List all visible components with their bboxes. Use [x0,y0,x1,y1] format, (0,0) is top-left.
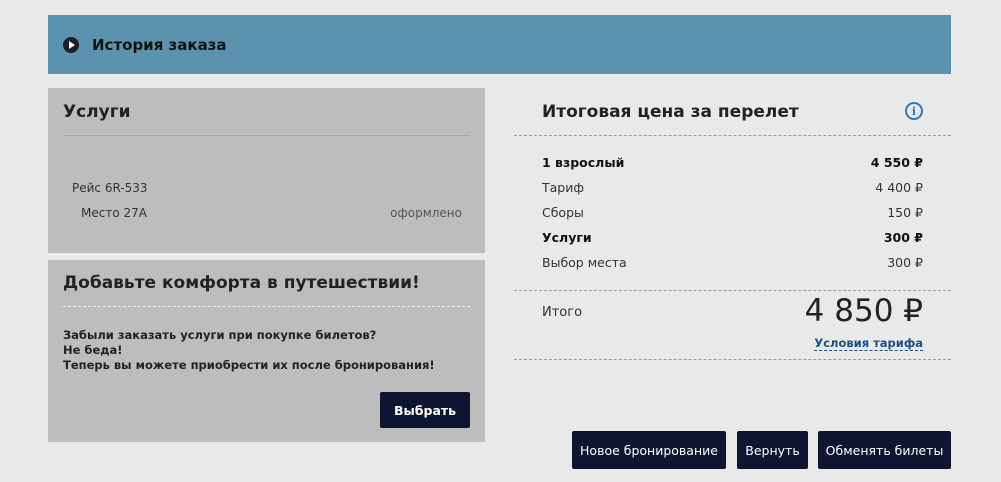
total-price: 4 850 ₽ [804,293,923,329]
seat-status: оформлено [390,206,462,220]
total-label: Итого [542,305,583,320]
price-row-value: 4 400 ₽ [875,180,923,195]
play-circle-icon [63,36,79,53]
price-row-label: Тариф [542,180,585,195]
price-row-value: 300 ₽ [883,230,923,245]
price-row-value: 300 ₽ [887,255,923,270]
comfort-line: Не беда! [63,343,123,357]
select-services-button[interactable]: Выбрать [380,392,470,428]
price-row-seat: Выбор места 300 ₽ [542,255,923,280]
price-row-label: Сборы [542,205,584,220]
services-heading: Услуги [63,88,470,136]
price-row-services: Услуги 300 ₽ [542,230,923,255]
divider [514,359,951,360]
comfort-text: Забыли заказать услуги при покупке билет… [63,328,470,373]
flight-number: Рейс 6R-533 [72,181,148,195]
new-booking-button[interactable]: Новое бронирование [572,431,726,469]
comfort-panel: Добавьте комфорта в путешествии! Забыли … [48,260,485,442]
price-breakdown: 1 взрослый 4 550 ₽ Тариф 4 400 ₽ Сборы 1… [542,155,923,280]
divider [514,290,951,291]
price-row-label: Услуги [542,230,592,245]
price-row-label: Выбор места [542,255,627,270]
comfort-heading: Добавьте комфорта в путешествии! [63,260,470,307]
tariff-conditions-link[interactable]: Условия тарифа [814,336,923,351]
price-row-fees: Сборы 150 ₽ [542,205,923,230]
price-row-value: 4 550 ₽ [870,155,923,170]
comfort-line: Теперь вы можете приобрести их после бро… [63,358,435,372]
price-heading: Итоговая цена за перелет i [514,88,951,136]
comfort-line: Забыли заказать услуги при покупке билет… [63,328,377,342]
seat-number: Место 27А [81,206,147,220]
price-row-value: 150 ₽ [887,205,923,220]
return-button[interactable]: Вернуть [737,431,808,469]
price-title: Итоговая цена за перелет [542,102,799,122]
price-row-adult: 1 взрослый 4 550 ₽ [542,155,923,180]
price-row-tariff: Тариф 4 400 ₽ [542,180,923,205]
info-icon[interactable]: i [905,102,923,120]
exchange-tickets-button[interactable]: Обменять билеты [818,431,951,469]
order-history-toggle[interactable]: История заказа [48,15,951,74]
price-panel: Итоговая цена за перелет i 1 взрослый 4 … [514,88,951,360]
services-panel: Услуги Рейс 6R-533 Место 27А оформлено [48,88,485,253]
price-row-label: 1 взрослый [542,155,625,170]
order-history-title: История заказа [92,35,227,54]
